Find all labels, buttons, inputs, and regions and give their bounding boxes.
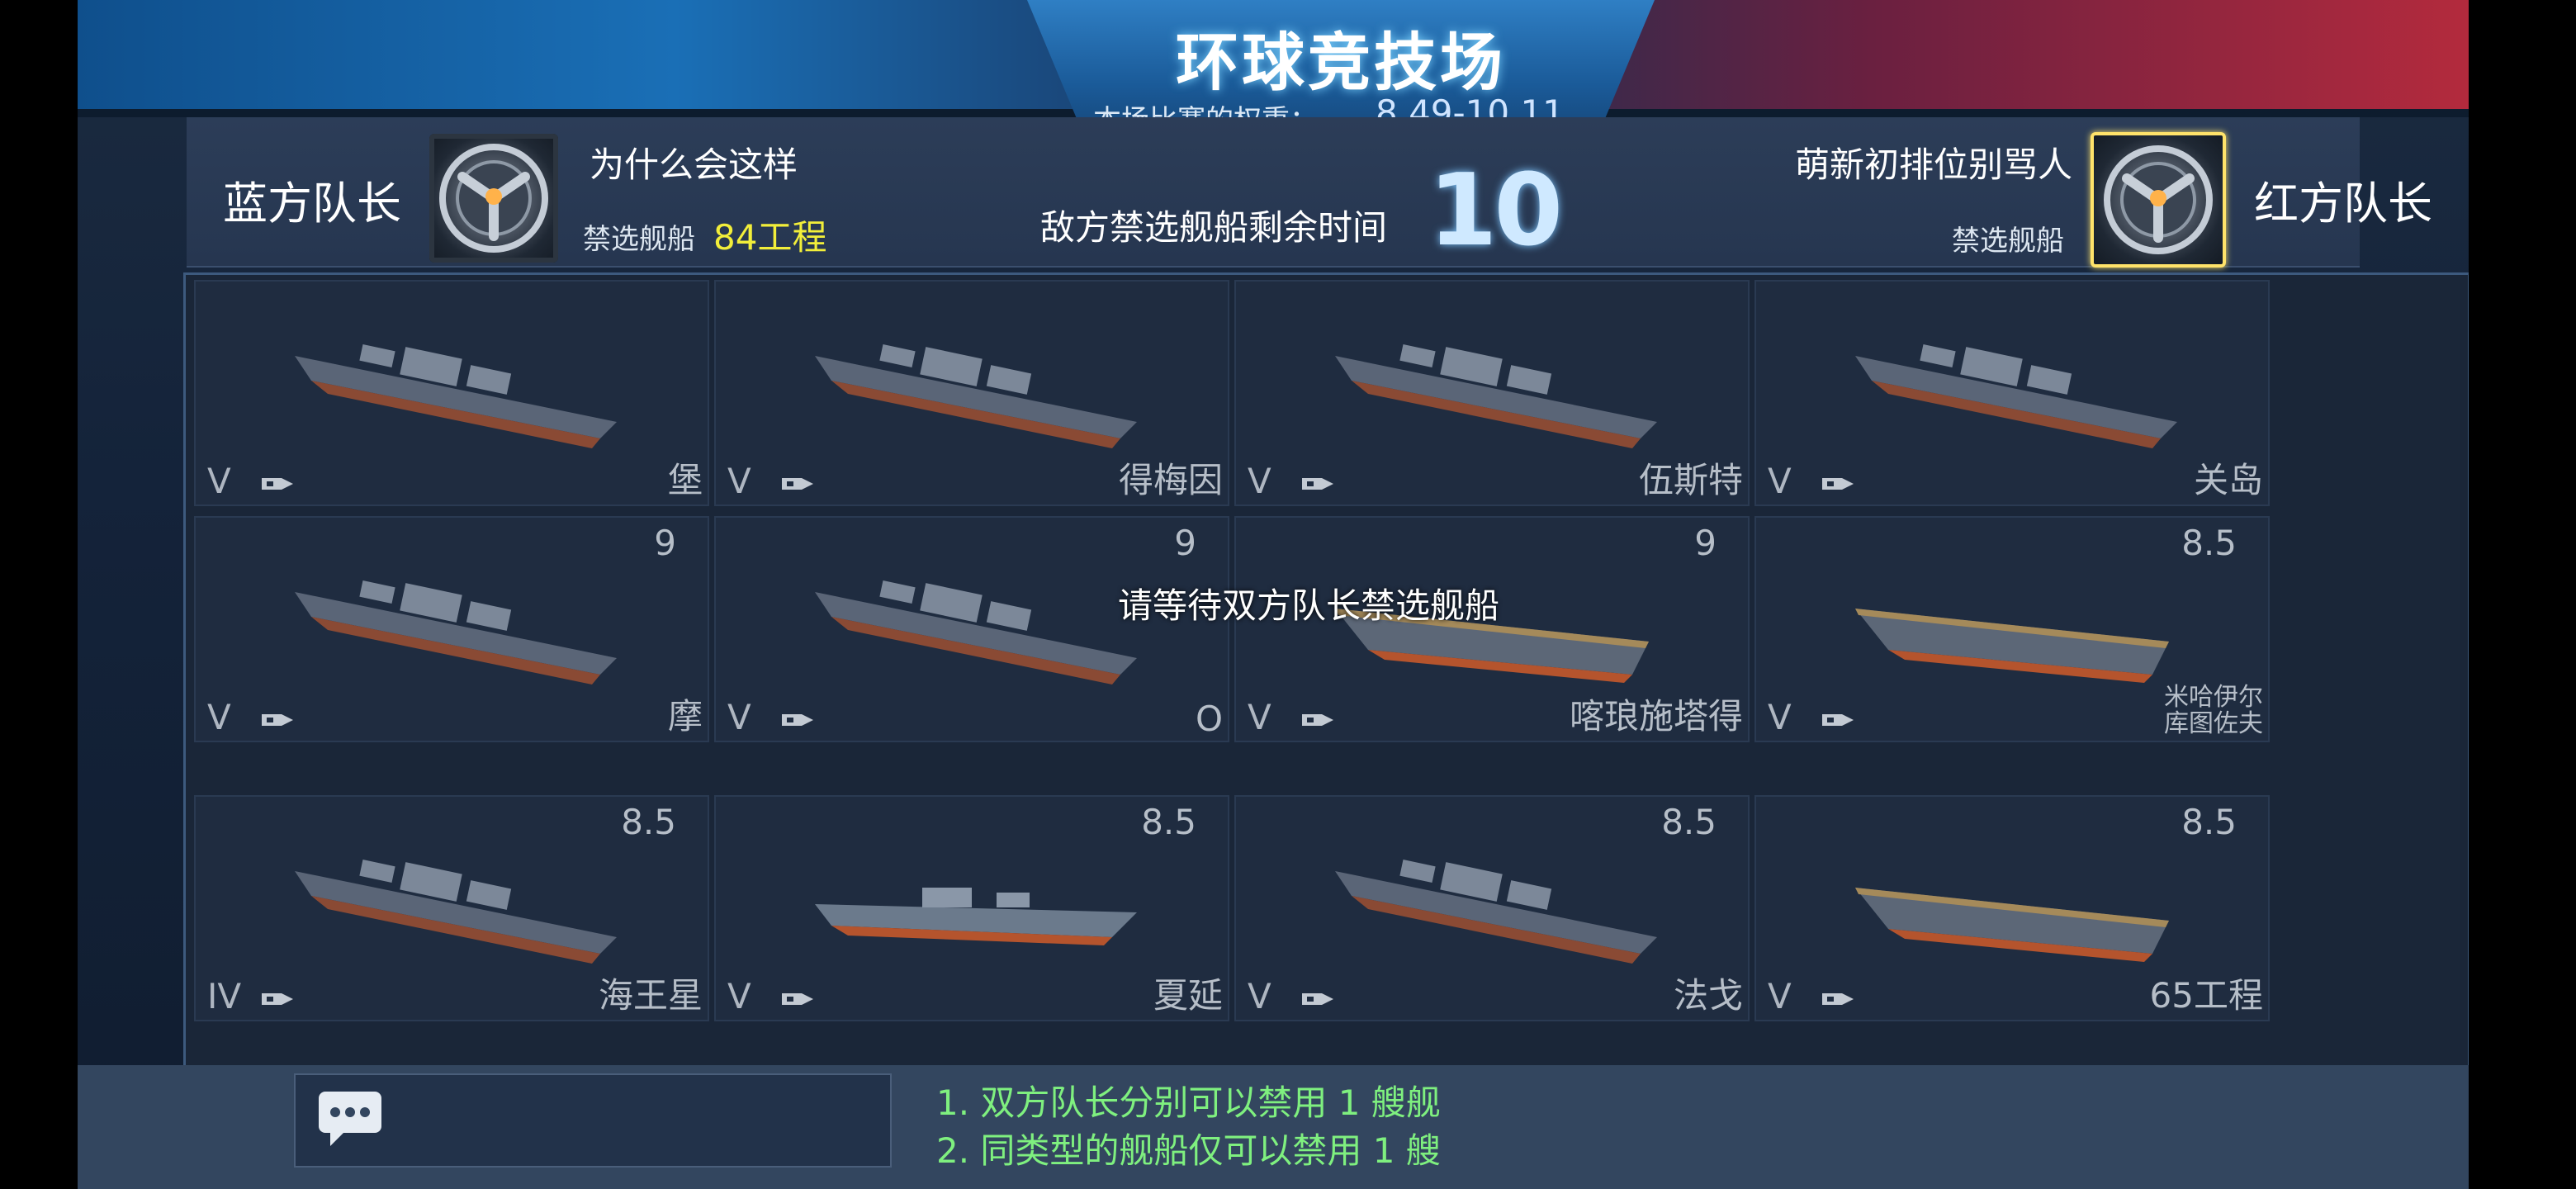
ship-name: 关岛 — [2193, 460, 2263, 500]
ship-tier: V — [1248, 461, 1271, 501]
rule-1: 1. 双方队长分别可以禁用 1 艘舰 — [936, 1082, 1441, 1123]
ship-card[interactable]: 8.5 V 法戈 — [1234, 795, 1750, 1021]
ship-name: O — [1195, 699, 1223, 739]
ship-tier: V — [727, 976, 751, 1016]
ship-image — [295, 860, 617, 964]
ship-image — [815, 580, 1137, 685]
blue-captain-name: 为什么会这样 — [590, 144, 798, 185]
ship-name: 喀琅施塔得 — [1569, 696, 1743, 737]
ship-class-icon — [782, 478, 813, 490]
blue-captain-label: 蓝方队长 — [223, 178, 401, 230]
ship-grid: V 堡 V 得梅因 V 伍斯特 V 关岛 9 V 摩 9 V O 9 V 喀琅施塔得 8.5 V 米哈伊尔 库图佐夫 8.… — [183, 272, 2469, 1072]
rule-2: 2. 同类型的舰船仅可以禁用 1 艘 — [936, 1130, 1441, 1171]
ship-score: 8.5 — [621, 802, 676, 842]
ship-class-icon — [1822, 714, 1854, 726]
ship-name: 摩 — [667, 696, 703, 737]
ship-card[interactable]: V 关岛 — [1754, 280, 2270, 506]
ship-class-icon — [782, 714, 813, 726]
ship-name: 米哈伊尔 库图佐夫 — [2164, 683, 2263, 738]
ship-tier: V — [1248, 976, 1271, 1016]
ship-tier: V — [207, 461, 231, 501]
ship-name: 夏延 — [1153, 975, 1223, 1016]
wait-message: 请等待双方队长禁选舰船 — [1118, 585, 1500, 626]
ship-image — [1335, 860, 1657, 964]
ship-tier: V — [207, 697, 231, 737]
ship-class-icon — [1302, 714, 1333, 726]
ship-card[interactable]: V 得梅因 — [714, 280, 1229, 506]
ship-class-icon — [1822, 993, 1854, 1005]
ship-class-icon — [262, 714, 293, 726]
page-title: 环球竞技场 — [1176, 26, 1506, 99]
ship-score: 8.5 — [2181, 802, 2237, 842]
ship-tier: V — [1768, 976, 1792, 1016]
ship-score: 8.5 — [1661, 802, 1717, 842]
blue-captain-avatar[interactable] — [429, 134, 558, 263]
ship-score: 8.5 — [2181, 523, 2237, 563]
ship-tier: V — [1768, 697, 1792, 737]
arena-screen: 环球竞技场 本场比赛的权重： 8.49-10.11 蓝方队长 为什么会这样 禁选… — [78, 0, 2469, 1189]
ship-name: 得梅因 — [1118, 460, 1223, 500]
ship-tier: V — [1248, 697, 1271, 737]
ship-tier: V — [727, 461, 751, 501]
blue-ban-value: 84工程 — [713, 217, 827, 258]
ship-name: 伍斯特 — [1638, 460, 1743, 500]
ship-class-icon — [262, 478, 293, 490]
red-captain-label: 红方队长 — [2254, 178, 2432, 230]
ship-image — [1335, 344, 1657, 448]
ship-name: 海王星 — [598, 975, 703, 1016]
ship-card[interactable]: V堡 — [194, 280, 709, 506]
red-captain-avatar[interactable] — [2091, 132, 2226, 268]
ship-name: 65工程 — [2149, 975, 2263, 1016]
blue-ban-label: 禁选舰船 — [583, 223, 695, 256]
ship-class-icon — [1822, 478, 1854, 490]
ship-tier: V — [1768, 461, 1792, 501]
ship-image — [815, 344, 1137, 448]
ship-card[interactable]: 9 V 摩 — [194, 516, 709, 742]
ship-image — [815, 888, 1137, 945]
ship-class-icon — [262, 993, 293, 1005]
chat-icon[interactable] — [315, 1088, 385, 1148]
ship-card[interactable]: 9 V 喀琅施塔得 — [1234, 516, 1750, 742]
ship-name: 法戈 — [1673, 975, 1743, 1016]
ship-image — [1855, 344, 2177, 448]
ship-score: 9 — [1174, 523, 1196, 563]
ship-image — [295, 344, 617, 448]
red-ban-label: 禁选舰船 — [1952, 225, 2064, 258]
ship-image — [295, 580, 617, 685]
ship-card[interactable]: 8.5 IV 海王星 — [194, 795, 709, 1021]
ship-card[interactable]: 8.5 V 夏延 — [714, 795, 1229, 1021]
ship-class-icon — [1302, 993, 1333, 1005]
ship-card[interactable]: 9 V O — [714, 516, 1229, 742]
ship-card[interactable]: 8.5 V 米哈伊尔 库图佐夫 — [1754, 516, 2270, 742]
ship-card[interactable]: V 伍斯特 — [1234, 280, 1750, 506]
ship-image — [1855, 609, 2169, 683]
ban-timer-label: 敌方禁选舰船剩余时间 — [1040, 207, 1388, 248]
ship-class-icon — [1302, 478, 1333, 490]
ship-score: 8.5 — [1141, 802, 1196, 842]
ship-score: 9 — [1694, 523, 1717, 563]
ship-tier: IV — [207, 976, 242, 1016]
ship-name: 堡 — [667, 460, 703, 500]
ship-tier: V — [727, 697, 751, 737]
ship-card[interactable]: 8.5 V 65工程 — [1754, 795, 2270, 1021]
red-captain-name: 萌新初排位别骂人 — [1794, 144, 2072, 185]
ship-class-icon — [782, 993, 813, 1005]
ship-image — [1855, 888, 2169, 962]
ban-timer-value: 10 — [1428, 154, 1563, 268]
ship-score: 9 — [654, 523, 676, 563]
